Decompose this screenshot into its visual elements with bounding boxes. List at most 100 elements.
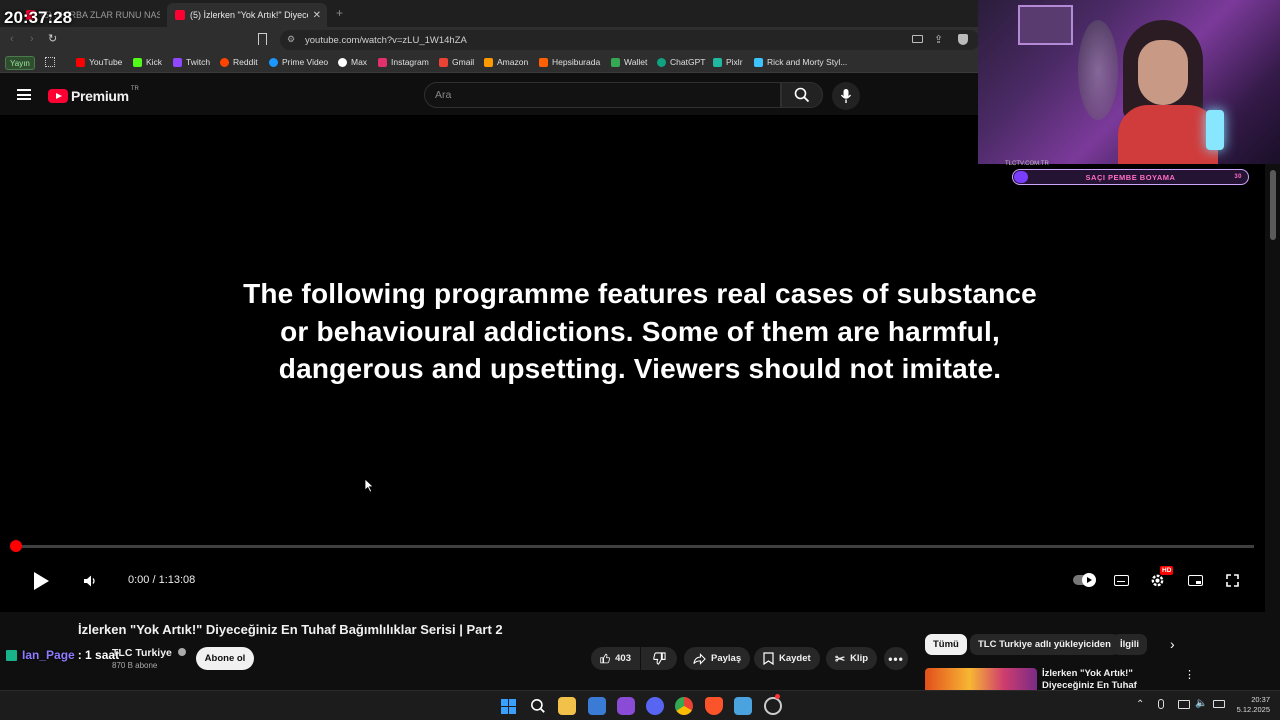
recommended-video-thumbnail[interactable] — [925, 668, 1037, 690]
youtube-logo-icon — [48, 89, 68, 103]
video-disclaimer-text: The following programme features real ca… — [243, 278, 1037, 384]
url-text: youtube.com/watch?v=zLU_1W14hZA — [305, 34, 467, 46]
stream-clock: 20:37:28 — [4, 8, 73, 27]
reload-icon[interactable]: ↻ — [48, 32, 57, 45]
gmail-icon — [439, 57, 448, 67]
reddit-icon — [220, 57, 229, 67]
cast-icon[interactable] — [912, 35, 923, 43]
hd-badge: HD — [1160, 566, 1174, 575]
subtitles-icon — [1113, 574, 1129, 586]
share-label: Paylaş — [711, 653, 742, 664]
tray-volume-icon[interactable]: 🔈 — [1195, 698, 1207, 709]
apps-grid-icon[interactable] — [45, 57, 55, 67]
channel-name[interactable]: TLC Turkiye — [112, 647, 186, 659]
forward-icon[interactable]: › — [30, 33, 34, 45]
like-count: 403 — [615, 653, 631, 664]
subtitles-button[interactable] — [1112, 572, 1130, 588]
fullscreen-icon — [1225, 573, 1239, 587]
progress-scrubber[interactable] — [10, 540, 22, 552]
share-icon[interactable]: ⇪ — [934, 33, 943, 46]
chips-next-icon[interactable]: › — [1170, 636, 1175, 652]
menu-icon[interactable] — [17, 89, 31, 100]
tray-battery-icon[interactable] — [1213, 700, 1225, 708]
goal-bar-text: SAÇI PEMBE BOYAMA — [1085, 172, 1176, 182]
bookmark-amazon[interactable]: Amazon — [484, 57, 528, 67]
tray-network-icon[interactable] — [1178, 700, 1190, 709]
profile-badge[interactable]: Yayın — [5, 56, 35, 70]
play-button[interactable] — [28, 568, 54, 594]
bookmark-max[interactable]: Max — [338, 57, 367, 67]
app-icon-blue[interactable] — [734, 697, 752, 715]
chat-username: Ian_Page — [22, 648, 75, 662]
recommended-more-icon[interactable]: ⋮ — [1184, 668, 1195, 681]
obs-icon[interactable] — [764, 697, 782, 715]
recommended-video-title[interactable]: İzlerken "Yok Artık!" Diyeceğiniz En Tuh… — [1042, 668, 1177, 690]
chat-badge-icon — [6, 649, 17, 661]
clip-button[interactable]: ✂ Klip — [826, 647, 878, 670]
chip-all[interactable]: Tümü — [925, 634, 967, 655]
system-clock[interactable]: 20:37 5.12.2025 — [1237, 695, 1270, 715]
discord-icon[interactable] — [646, 697, 664, 715]
windows-taskbar: ⌃ 🔈 20:37 5.12.2025 — [0, 690, 1280, 720]
bookmark-wallet[interactable]: Wallet — [611, 57, 647, 67]
bookmark-reddit[interactable]: Reddit — [220, 57, 258, 67]
progress-bar[interactable] — [14, 545, 1254, 548]
save-button[interactable]: Kaydet — [754, 647, 820, 670]
url-field[interactable]: ⚙ youtube.com/watch?v=zLU_1W14hZA — [280, 30, 980, 50]
like-button[interactable]: 403 — [591, 647, 640, 670]
subscribe-button[interactable]: Abone ol — [196, 647, 254, 670]
bookmark-gmail[interactable]: Gmail — [439, 57, 474, 67]
dislike-button[interactable] — [641, 647, 677, 670]
voice-search-button[interactable] — [832, 82, 860, 110]
bookmark-twitch[interactable]: Twitch — [173, 57, 210, 67]
pixlr-icon — [713, 57, 722, 67]
file-explorer-icon[interactable] — [558, 697, 576, 715]
new-tab-icon[interactable]: + — [336, 6, 343, 20]
search-input[interactable]: Ara — [424, 82, 781, 108]
autoplay-track — [1072, 573, 1096, 587]
tray-chevron-icon[interactable]: ⌃ — [1136, 699, 1144, 710]
youtube-premium-logo[interactable]: Premium TR — [48, 86, 139, 104]
logo-region: TR — [130, 86, 139, 92]
autoplay-knob-icon — [1081, 573, 1096, 587]
bookmark-chatgpt[interactable]: ChatGPT — [657, 57, 705, 67]
bookmark-kick[interactable]: Kick — [133, 57, 162, 67]
tab-label: (5) İzlerken "Yok Artık!" Diyeceğin — [190, 10, 308, 20]
autoplay-toggle[interactable] — [1072, 572, 1096, 588]
page-scrollbar[interactable] — [1270, 170, 1276, 240]
volume-button[interactable] — [80, 571, 100, 591]
chip-from-uploader[interactable]: TLC Turkiye adlı yükleyiciden — [970, 634, 1119, 655]
bookmark-rick-and-morty[interactable]: Rick and Morty Styl... — [754, 57, 847, 67]
shield-icon[interactable] — [958, 34, 968, 45]
tray-microphone-icon[interactable] — [1158, 699, 1164, 709]
share-button[interactable]: Paylaş — [684, 647, 751, 670]
bookmark-page-icon[interactable] — [258, 33, 267, 45]
streamer-webcam — [978, 0, 1280, 164]
bookmark-youtube[interactable]: YouTube — [76, 57, 122, 67]
fullscreen-button[interactable] — [1224, 572, 1240, 588]
microphone-icon — [840, 89, 852, 103]
bookmark-hepsiburada[interactable]: Hepsiburada — [539, 57, 600, 67]
miniplayer-button[interactable] — [1186, 572, 1204, 588]
browser-tab-active[interactable]: (5) İzlerken "Yok Artık!" Diyeceğin ✕ — [167, 3, 327, 27]
chrome-icon[interactable] — [675, 697, 693, 715]
windows-start-icon[interactable] — [499, 697, 517, 715]
overlay-site-label: TLCTV.COM.TR — [1005, 161, 1049, 167]
chip-related[interactable]: İlgili — [1112, 634, 1147, 655]
brave-icon[interactable] — [705, 697, 723, 715]
bookmark-instagram[interactable]: Instagram — [378, 57, 429, 67]
site-info-icon[interactable]: ⚙ — [287, 34, 295, 45]
search-icon[interactable] — [529, 697, 547, 715]
bookmark-pixlr[interactable]: Pixlr — [713, 57, 743, 67]
search-button[interactable] — [781, 82, 823, 108]
more-actions-button[interactable]: ••• — [884, 647, 908, 670]
max-icon — [338, 57, 347, 67]
microsoft-store-icon[interactable] — [588, 697, 606, 715]
scissors-icon: ✂ — [835, 651, 846, 666]
youtube-favicon-icon — [175, 10, 185, 20]
back-icon[interactable]: ‹ — [10, 33, 14, 45]
bookmark-prime-video[interactable]: Prime Video — [269, 57, 328, 67]
close-tab-icon[interactable]: ✕ — [313, 10, 321, 21]
logo-text: Premium — [71, 88, 129, 104]
app-icon-purple[interactable] — [617, 697, 635, 715]
